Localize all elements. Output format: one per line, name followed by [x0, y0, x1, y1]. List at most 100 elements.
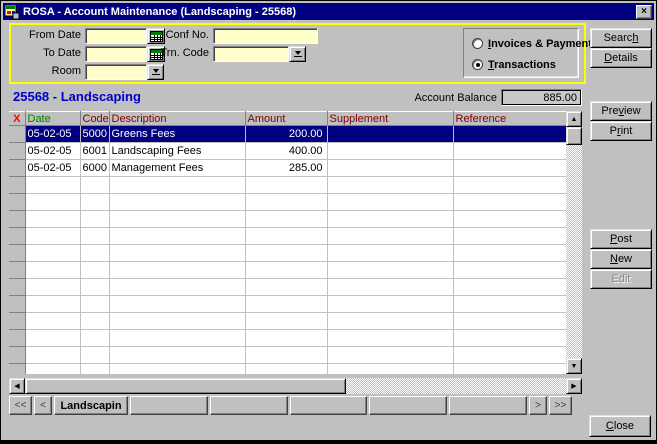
- table-row[interactable]: [9, 244, 567, 262]
- cell-amount: [245, 329, 328, 347]
- scroll-left-icon[interactable]: ◀: [9, 378, 25, 394]
- cell-reference: [453, 176, 567, 194]
- column-header-code[interactable]: Code: [80, 111, 110, 126]
- row-selector[interactable]: [9, 159, 26, 177]
- cell-description: Management Fees: [109, 159, 246, 177]
- tab-empty[interactable]: [130, 396, 208, 415]
- vertical-scrollbar[interactable]: ▲ ▼: [566, 111, 582, 374]
- search-button[interactable]: Search: [590, 28, 652, 48]
- row-selector[interactable]: [9, 176, 26, 194]
- cell-reference: [453, 261, 567, 279]
- horizontal-scrollbar[interactable]: ◀ ▶: [9, 378, 582, 394]
- row-selector[interactable]: [9, 278, 26, 296]
- new-button[interactable]: New: [590, 249, 652, 269]
- trn-code-label: Trn. Code: [160, 47, 209, 59]
- cell-reference: [453, 312, 567, 330]
- row-selector[interactable]: [9, 295, 26, 313]
- table-row[interactable]: [9, 210, 567, 228]
- table-row[interactable]: [9, 278, 567, 296]
- room-dropdown-button[interactable]: [147, 64, 164, 80]
- cell-date: [25, 312, 81, 330]
- trn-code-dropdown-button[interactable]: [289, 46, 306, 62]
- column-header-reference[interactable]: Reference: [453, 111, 567, 126]
- row-selector[interactable]: [9, 227, 26, 245]
- last-account-button[interactable]: >>: [549, 396, 572, 415]
- row-selector[interactable]: [9, 261, 26, 279]
- room-input[interactable]: [85, 64, 147, 80]
- table-row[interactable]: [9, 261, 567, 279]
- table-row[interactable]: [9, 295, 567, 313]
- scroll-right-icon[interactable]: ▶: [566, 378, 582, 394]
- tab-landscapin[interactable]: Landscapin: [54, 396, 128, 415]
- row-selector[interactable]: [9, 363, 26, 374]
- row-selector[interactable]: [9, 125, 26, 143]
- previous-account-button[interactable]: <: [34, 396, 52, 415]
- vertical-scroll-thumb[interactable]: [566, 127, 582, 145]
- post-button[interactable]: Post: [590, 229, 652, 249]
- cell-date: [25, 261, 81, 279]
- cell-amount: 400.00: [245, 142, 328, 160]
- radio-invoices-payments[interactable]: Invoices & Payments: [472, 37, 598, 50]
- radio-label: Transactions: [488, 58, 556, 71]
- conf-no-input[interactable]: [213, 28, 318, 44]
- cell-code: [80, 244, 110, 262]
- cell-code: [80, 193, 110, 211]
- from-date-label: From Date: [29, 29, 81, 41]
- app-window: ROSA - Account Maintenance (Landscaping …: [0, 0, 657, 444]
- horizontal-scroll-thumb[interactable]: [25, 378, 346, 394]
- account-balance-value: 885.00: [502, 90, 581, 105]
- tab-empty[interactable]: [369, 396, 448, 415]
- cell-reference: [453, 346, 567, 364]
- table-row[interactable]: [9, 346, 567, 364]
- row-selector[interactable]: [9, 210, 26, 228]
- preview-button[interactable]: Preview: [590, 101, 652, 121]
- tab-empty[interactable]: [449, 396, 527, 415]
- dropdown-arrow-icon: [294, 51, 301, 55]
- table-row[interactable]: [9, 363, 567, 374]
- next-account-button[interactable]: >: [529, 396, 547, 415]
- to-date-input[interactable]: [85, 46, 147, 62]
- table-row[interactable]: 05-02-05 5000 Greens Fees 200.00: [9, 125, 567, 143]
- first-account-button[interactable]: <<: [9, 396, 32, 415]
- close-icon[interactable]: ×: [636, 4, 652, 19]
- print-button[interactable]: Print: [590, 121, 652, 141]
- cell-supplement: [327, 295, 454, 313]
- table-row[interactable]: 05-02-05 6001 Landscaping Fees 400.00: [9, 142, 567, 160]
- column-header-description[interactable]: Description: [109, 111, 246, 126]
- account-balance-field: 885.00: [501, 89, 582, 106]
- tab-empty[interactable]: [289, 396, 368, 415]
- row-selector[interactable]: [9, 329, 26, 347]
- table-row[interactable]: [9, 329, 567, 347]
- cell-amount: [245, 312, 328, 330]
- row-selector[interactable]: [9, 312, 26, 330]
- row-selector[interactable]: [9, 346, 26, 364]
- column-header-supplement[interactable]: Supplement: [327, 111, 454, 126]
- column-header-amount[interactable]: Amount: [245, 111, 328, 126]
- table-row[interactable]: [9, 176, 567, 194]
- row-selector[interactable]: [9, 193, 26, 211]
- row-selector[interactable]: [9, 244, 26, 262]
- cell-code: 6001: [80, 142, 110, 160]
- trn-code-input[interactable]: [213, 46, 289, 62]
- table-row[interactable]: [9, 227, 567, 245]
- tab-empty[interactable]: [209, 396, 288, 415]
- radio-transactions[interactable]: Transactions: [472, 58, 556, 71]
- cell-date: [25, 210, 81, 228]
- column-header-date[interactable]: Date: [25, 111, 81, 126]
- close-button[interactable]: Close: [589, 415, 651, 437]
- scroll-down-icon[interactable]: ▼: [566, 358, 582, 374]
- cell-reference: [453, 193, 567, 211]
- from-date-input[interactable]: [85, 28, 147, 44]
- cell-reference: [453, 210, 567, 228]
- details-button[interactable]: Details: [590, 48, 652, 68]
- table-row[interactable]: [9, 312, 567, 330]
- row-selector[interactable]: [9, 142, 26, 160]
- scroll-up-icon[interactable]: ▲: [566, 111, 582, 127]
- cell-supplement: [327, 278, 454, 296]
- column-header-x[interactable]: X: [9, 111, 26, 126]
- cell-supplement: [327, 329, 454, 347]
- radio-button-icon: [472, 38, 483, 49]
- table-row[interactable]: 05-02-05 6000 Management Fees 285.00: [9, 159, 567, 177]
- cell-supplement: [327, 244, 454, 262]
- table-row[interactable]: [9, 193, 567, 211]
